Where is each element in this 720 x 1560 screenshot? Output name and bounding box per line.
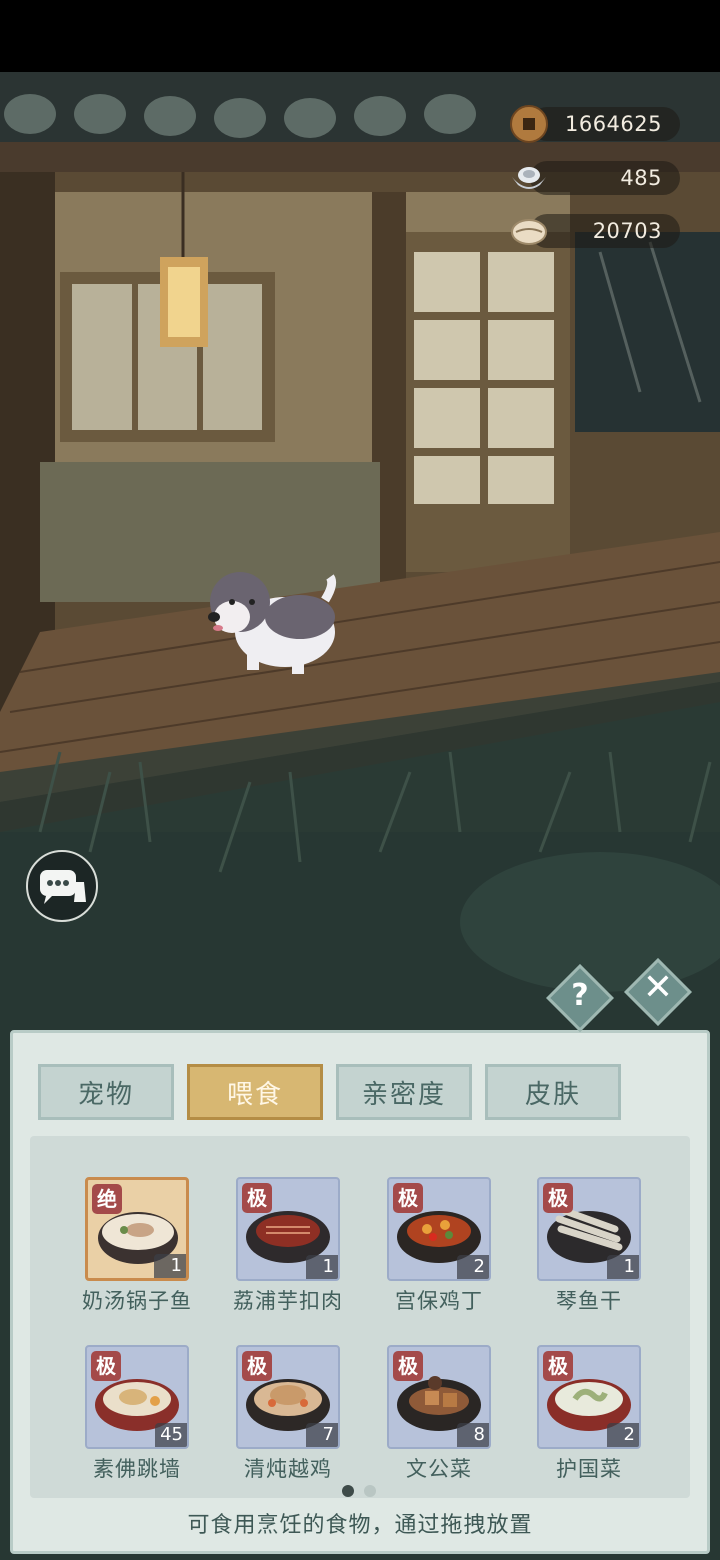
food-name: 奶汤锅子鱼 [82, 1289, 192, 1313]
help-icon[interactable]: ? [556, 972, 604, 1020]
copper-coin-icon [510, 105, 548, 143]
food-name: 宫保鸡丁 [395, 1289, 483, 1313]
food-item[interactable]: 极 7 清炖越鸡 [236, 1345, 340, 1481]
chat-bubble-icon [40, 870, 86, 904]
food-thumbnail[interactable]: 极 2 [387, 1177, 491, 1281]
grade-badge: 极 [543, 1351, 573, 1381]
page-dot[interactable] [364, 1485, 376, 1497]
food-item[interactable]: 极 1 琴鱼干 [537, 1177, 641, 1313]
item-count: 45 [155, 1423, 187, 1447]
food-item[interactable]: 极 8 文公菜 [387, 1345, 491, 1481]
food-thumbnail[interactable]: 极 2 [537, 1345, 641, 1449]
food-thumbnail[interactable]: 极 7 [236, 1345, 340, 1449]
food-thumbnail[interactable]: 极 1 [236, 1177, 340, 1281]
food-thumbnail[interactable]: 绝 1 [85, 1177, 189, 1281]
tab-pet[interactable]: 宠物 [38, 1064, 174, 1120]
page-dot-active[interactable] [342, 1485, 354, 1497]
grade-badge: 极 [543, 1183, 573, 1213]
food-name: 琴鱼干 [556, 1289, 622, 1313]
grade-badge: 极 [242, 1351, 272, 1381]
grade-badge: 极 [91, 1351, 121, 1381]
item-count: 8 [457, 1423, 489, 1447]
silver-ingot-amount: 485 [620, 166, 662, 190]
close-icon[interactable]: ✕ [634, 964, 682, 1012]
grade-badge: 极 [393, 1351, 423, 1381]
item-count: 2 [457, 1255, 489, 1279]
grade-badge: 绝 [92, 1184, 122, 1214]
grade-badge: 极 [393, 1183, 423, 1213]
currency-silver: 485 [512, 161, 680, 195]
tab-skin[interactable]: 皮肤 [485, 1064, 621, 1120]
hint-text: 可食用烹饪的食物，通过拖拽放置 [187, 1513, 533, 1538]
shell-icon [511, 219, 547, 245]
tab-feed[interactable]: 喂食 [187, 1064, 323, 1120]
food-name: 荔浦芋扣肉 [233, 1289, 343, 1313]
silver-ingot-icon [512, 167, 546, 189]
status-bar-area [0, 0, 720, 72]
food-thumbnail[interactable]: 极 45 [85, 1345, 189, 1449]
copper-coin-amount: 1664625 [564, 112, 662, 136]
chat-button[interactable] [26, 850, 98, 922]
food-item[interactable]: 极 2 宫保鸡丁 [387, 1177, 491, 1313]
food-item[interactable]: 绝 1 奶汤锅子鱼 [82, 1177, 191, 1313]
game-screen: 1664625 485 20703 ? ✕ 宠物 喂食 亲密度 皮肤 绝 1 奶… [0, 0, 720, 1560]
grade-badge: 极 [242, 1183, 272, 1213]
food-name: 文公菜 [406, 1457, 472, 1481]
currency-shell: 20703 [511, 214, 680, 248]
food-thumbnail[interactable]: 极 8 [387, 1345, 491, 1449]
item-count: 2 [607, 1423, 639, 1447]
food-item[interactable]: 极 2 护国菜 [537, 1345, 641, 1481]
food-thumbnail[interactable]: 极 1 [537, 1177, 641, 1281]
food-name: 护国菜 [556, 1457, 622, 1481]
food-item[interactable]: 极 1 荔浦芋扣肉 [233, 1177, 342, 1313]
shell-amount: 20703 [592, 219, 662, 243]
tab-intimacy[interactable]: 亲密度 [336, 1064, 472, 1120]
food-item[interactable]: 极 45 素佛跳墙 [85, 1345, 189, 1481]
item-count: 1 [306, 1255, 338, 1279]
item-count: 1 [154, 1254, 186, 1278]
currency-copper: 1664625 [510, 105, 680, 143]
item-count: 7 [306, 1423, 338, 1447]
item-count: 1 [607, 1255, 639, 1279]
food-name: 素佛跳墙 [93, 1457, 181, 1481]
food-name: 清炖越鸡 [244, 1457, 332, 1481]
